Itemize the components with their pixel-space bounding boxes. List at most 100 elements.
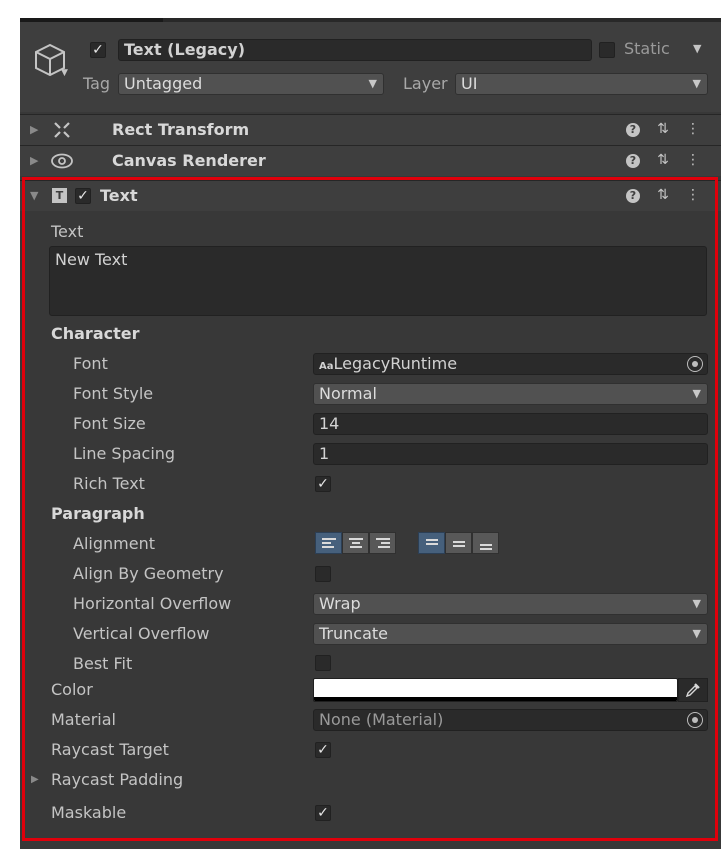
static-dropdown-icon[interactable]: ▼ [693, 38, 701, 60]
chevron-down-icon: ▼ [368, 77, 377, 90]
presets-icon[interactable]: ⇅ [654, 151, 672, 169]
vertical-overflow-value: Truncate [319, 624, 388, 643]
presets-icon[interactable]: ⇅ [654, 186, 672, 204]
checkmark-icon: ✓ [317, 742, 329, 758]
checkmark-icon: ✓ [92, 42, 104, 58]
horizontal-overflow-value: Wrap [319, 594, 361, 613]
raycast-padding-fold-icon[interactable]: ▶ [31, 769, 39, 791]
gameobject-header: ▼ ✓ Text (Legacy) Static ▼ Tag Untagged … [20, 22, 721, 112]
horizontal-overflow-label: Horizontal Overflow [73, 594, 232, 613]
text-label: Text [51, 222, 84, 241]
align-middle-button[interactable] [445, 532, 472, 554]
align-lower-icon [479, 538, 493, 550]
character-section-header: Character [51, 324, 140, 343]
raycast-padding-label[interactable]: Raycast Padding [51, 769, 183, 791]
static-checkbox[interactable] [599, 42, 615, 58]
align-left-icon [322, 538, 336, 550]
font-style-label: Font Style [73, 384, 154, 403]
align-upper-button[interactable] [418, 532, 445, 554]
material-value: None (Material) [319, 710, 444, 729]
chevron-down-icon: ▼ [692, 77, 701, 90]
inspector-panel: ▼ ✓ Text (Legacy) Static ▼ Tag Untagged … [20, 18, 721, 849]
text-component-icon: T [52, 188, 67, 203]
paragraph-section-header: Paragraph [51, 504, 145, 523]
eyedropper-button[interactable] [678, 678, 708, 702]
layer-dropdown[interactable]: UI ▼ [455, 73, 708, 95]
font-size-label: Font Size [73, 414, 146, 433]
font-label: Font [73, 354, 108, 373]
color-swatch-field[interactable] [313, 678, 678, 702]
help-icon[interactable]: ? [624, 120, 642, 138]
checkmark-icon: ✓ [317, 805, 329, 821]
line-spacing-label: Line Spacing [73, 444, 176, 463]
align-upper-icon [425, 538, 439, 550]
align-lower-button[interactable] [472, 532, 499, 554]
text-component-header[interactable]: ▼ T ✓ Text ? ⇅ ⋮ [20, 180, 721, 211]
gameobject-name-field[interactable]: Text (Legacy) [118, 39, 592, 61]
checkmark-icon: ✓ [77, 188, 89, 204]
canvas-renderer-header[interactable]: ▶ Canvas Renderer ? ⇅ ⋮ [20, 145, 721, 176]
font-size-field[interactable]: 14 [313, 413, 708, 435]
rect-transform-header[interactable]: ▶ Rect Transform ? ⇅ ⋮ [20, 114, 721, 145]
maskable-label: Maskable [51, 803, 127, 822]
align-center-icon [349, 538, 363, 550]
text-input-area[interactable]: New Text [49, 246, 707, 316]
maskable-checkbox[interactable]: ✓ [315, 805, 331, 821]
help-icon[interactable]: ? [624, 186, 642, 204]
color-label: Color [51, 680, 93, 699]
material-label: Material [51, 710, 116, 729]
tag-label: Tag [83, 74, 111, 93]
fold-arrow-icon[interactable]: ▶ [30, 154, 38, 167]
text-enabled-checkbox[interactable]: ✓ [75, 188, 91, 204]
object-picker-icon[interactable] [687, 712, 703, 728]
chevron-down-icon: ▼ [692, 627, 701, 640]
chevron-down-icon: ▼ [692, 387, 701, 400]
rich-text-label: Rich Text [73, 474, 145, 493]
align-left-button[interactable] [315, 532, 342, 554]
align-right-icon [376, 538, 390, 550]
more-options-icon[interactable]: ⋮ [684, 151, 702, 169]
checkmark-icon: ✓ [317, 476, 329, 492]
align-by-geometry-label: Align By Geometry [73, 564, 224, 583]
font-asset-icon: Aa [319, 361, 334, 372]
font-object-field[interactable]: AaLegacyRuntime [313, 353, 708, 375]
font-value: LegacyRuntime [333, 354, 458, 373]
static-label: Static [624, 39, 670, 58]
align-right-button[interactable] [369, 532, 396, 554]
chevron-down-icon: ▼ [692, 597, 701, 610]
fold-arrow-icon[interactable]: ▼ [30, 189, 38, 202]
rect-transform-title: Rect Transform [112, 120, 250, 139]
align-middle-icon [452, 538, 466, 550]
fold-arrow-icon[interactable]: ▶ [30, 123, 38, 136]
text-component-title: Text [100, 186, 138, 205]
help-icon[interactable]: ? [624, 151, 642, 169]
presets-icon[interactable]: ⇅ [654, 120, 672, 138]
eye-icon [51, 153, 73, 169]
layer-value: UI [461, 74, 478, 93]
material-object-field[interactable]: None (Material) [313, 709, 708, 731]
tag-value: Untagged [124, 74, 203, 93]
horizontal-overflow-dropdown[interactable]: Wrap ▼ [313, 593, 708, 615]
best-fit-checkbox[interactable] [315, 655, 331, 671]
more-options-icon[interactable]: ⋮ [684, 120, 702, 138]
icon-dropdown-caret[interactable]: ▼ [61, 68, 68, 78]
raycast-target-checkbox[interactable]: ✓ [315, 742, 331, 758]
tag-dropdown[interactable]: Untagged ▼ [118, 73, 384, 95]
alignment-label: Alignment [73, 534, 155, 553]
layer-label: Layer [403, 74, 448, 93]
font-style-dropdown[interactable]: Normal ▼ [313, 383, 708, 405]
vertical-overflow-label: Vertical Overflow [73, 624, 210, 643]
rich-text-checkbox[interactable]: ✓ [315, 476, 331, 492]
canvas-renderer-title: Canvas Renderer [112, 151, 266, 170]
align-center-button[interactable] [342, 532, 369, 554]
align-by-geometry-checkbox[interactable] [315, 566, 331, 582]
eyedropper-icon [685, 683, 700, 698]
vertical-overflow-dropdown[interactable]: Truncate ▼ [313, 623, 708, 645]
more-options-icon[interactable]: ⋮ [684, 186, 702, 204]
alpha-bar [314, 697, 677, 701]
object-picker-icon[interactable] [687, 356, 703, 372]
line-spacing-field[interactable]: 1 [313, 443, 708, 465]
gameobject-active-checkbox[interactable]: ✓ [90, 42, 106, 58]
best-fit-label: Best Fit [73, 654, 133, 673]
font-style-value: Normal [319, 384, 377, 403]
